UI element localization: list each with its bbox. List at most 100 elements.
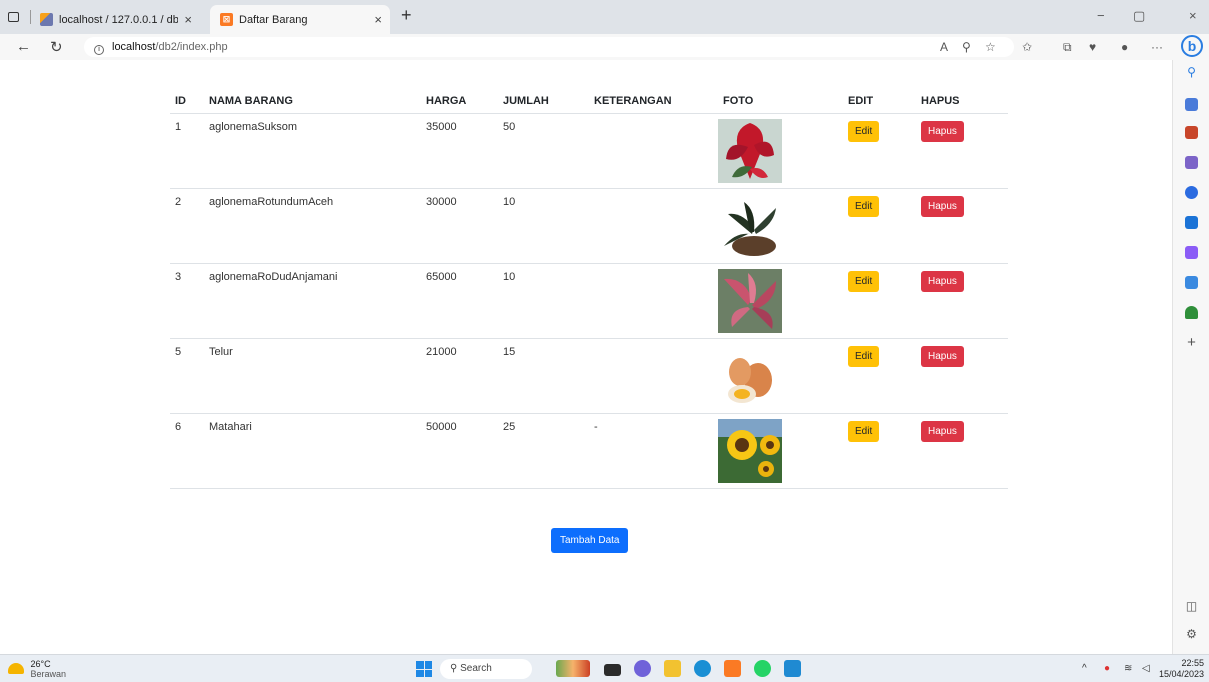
- cell-foto: [718, 113, 843, 189]
- header-foto: FOTO: [718, 90, 843, 114]
- chat-icon[interactable]: [634, 660, 651, 677]
- task-view-icon[interactable]: [604, 664, 621, 676]
- cell-jumlah: 10: [498, 263, 589, 339]
- tab-close-icon[interactable]: ×: [374, 12, 382, 27]
- edge-sidebar: ⚲ + ◫ ⚙: [1172, 60, 1209, 654]
- table-row: 6 Matahari 50000 25 - Edit Hapus: [170, 413, 1008, 489]
- maximize-button[interactable]: ▢: [1133, 8, 1145, 24]
- tab-phpmyadmin[interactable]: localhost / 127.0.0.1 / db_erna / ×: [40, 5, 200, 34]
- start-windows-icon[interactable]: [416, 661, 432, 677]
- header-edit: EDIT: [843, 90, 916, 114]
- edit-button[interactable]: Edit: [848, 271, 880, 292]
- tab-label: Daftar Barang: [239, 13, 308, 26]
- hapus-button[interactable]: Hapus: [921, 121, 964, 142]
- favorite-star-icon[interactable]: ☆: [985, 40, 996, 54]
- eggs-photo: [718, 344, 782, 408]
- new-tab-button[interactable]: +: [401, 5, 412, 26]
- whatsapp-icon[interactable]: [754, 660, 771, 677]
- cell-harga: 65000: [421, 263, 498, 339]
- items-table: ID NAMA BARANG HARGA JUMLAH KETERANGAN F…: [170, 90, 1008, 489]
- settings-gear-icon[interactable]: ⚙: [1185, 628, 1198, 641]
- cell-harga: 21000: [421, 338, 498, 414]
- taskbar-search[interactable]: ⚲ Search: [440, 659, 532, 679]
- back-arrow-icon[interactable]: ←: [16, 38, 31, 55]
- cell-jumlah: 50: [498, 113, 589, 189]
- cell-jumlah: 15: [498, 338, 589, 414]
- tools-icon[interactable]: [1185, 126, 1198, 139]
- weather-widget[interactable]: 26°C Berawan: [8, 659, 66, 679]
- header-keterangan: KETERANGAN: [589, 90, 718, 114]
- microsoft-365-icon[interactable]: [1185, 186, 1198, 199]
- widgets-icon[interactable]: [556, 660, 590, 677]
- url-field[interactable]: i localhost/db2/index.php: [84, 37, 1014, 57]
- cell-jumlah: 10: [498, 188, 589, 264]
- close-window-button[interactable]: ×: [1189, 8, 1197, 23]
- cell-nama: aglonemaRotundumAceh: [204, 188, 421, 264]
- address-bar-row: ← ↻ i localhost/db2/index.php A ⚲ ☆ ✩ ⧉ ♥…: [0, 34, 1209, 60]
- taskbar-clock[interactable]: 22:55 15/04/2023: [1154, 658, 1204, 680]
- refresh-icon[interactable]: ↻: [50, 38, 63, 56]
- edit-button[interactable]: Edit: [848, 421, 880, 442]
- cell-hapus: Hapus: [916, 113, 1008, 189]
- phpmyadmin-favicon-icon: [40, 13, 53, 26]
- header-nama-barang: NAMA BARANG: [204, 90, 421, 114]
- tray-expand-icon[interactable]: ^: [1082, 663, 1087, 674]
- tray-app-icon[interactable]: ●: [1104, 663, 1110, 674]
- games-icon[interactable]: [1185, 156, 1198, 169]
- heart-icon[interactable]: ♥: [1089, 40, 1096, 54]
- file-explorer-icon[interactable]: [664, 660, 681, 677]
- edit-button[interactable]: Edit: [848, 346, 880, 367]
- cell-id: 2: [170, 188, 204, 264]
- hapus-button[interactable]: Hapus: [921, 421, 964, 442]
- table-row: 5 Telur 21000 15 Edit Hapus: [170, 338, 1008, 414]
- outlook-icon[interactable]: [1185, 216, 1198, 229]
- minimize-button[interactable]: −: [1097, 8, 1105, 23]
- profile-avatar-icon[interactable]: ●: [1121, 40, 1128, 54]
- hapus-button[interactable]: Hapus: [921, 271, 964, 292]
- cell-keterangan: [589, 263, 718, 339]
- url-path: /db2/index.php: [155, 41, 228, 53]
- cell-harga: 50000: [421, 413, 498, 489]
- tab-close-icon[interactable]: ×: [184, 12, 192, 27]
- designer-icon[interactable]: [1185, 246, 1198, 259]
- tab-actions-icon[interactable]: [8, 12, 19, 22]
- cell-hapus: Hapus: [916, 188, 1008, 264]
- favorites-icon[interactable]: ✩: [1022, 40, 1032, 54]
- weather-desc: Berawan: [30, 669, 67, 679]
- bing-chat-icon[interactable]: b: [1181, 35, 1203, 57]
- cell-nama: Matahari: [204, 413, 421, 489]
- shopping-tag-icon[interactable]: [1185, 98, 1198, 111]
- site-info-icon[interactable]: i: [94, 45, 104, 55]
- hapus-button[interactable]: Hapus: [921, 196, 964, 217]
- add-icon[interactable]: +: [1185, 335, 1198, 350]
- sidebar-toggle-icon[interactable]: ◫: [1185, 600, 1198, 613]
- read-aloud-icon[interactable]: A: [940, 40, 948, 54]
- cell-jumlah: 25: [498, 413, 589, 489]
- volume-icon[interactable]: ◁: [1142, 663, 1150, 674]
- xampp-icon[interactable]: [724, 660, 741, 677]
- edit-button[interactable]: Edit: [848, 121, 880, 142]
- edge-browser-icon[interactable]: [694, 660, 711, 677]
- more-options-icon[interactable]: ···: [1151, 40, 1163, 54]
- tambah-data-button[interactable]: Tambah Data: [551, 528, 629, 553]
- drop-icon[interactable]: [1185, 276, 1198, 289]
- hapus-button[interactable]: Hapus: [921, 346, 964, 367]
- vscode-icon[interactable]: [784, 660, 801, 677]
- zoom-icon[interactable]: ⚲: [962, 40, 971, 54]
- tree-icon[interactable]: [1185, 306, 1198, 319]
- table-row: 3 aglonemaRoDudAnjamani 65000 10 Edit Ha…: [170, 263, 1008, 339]
- cell-hapus: Hapus: [916, 263, 1008, 339]
- cell-keterangan: [589, 113, 718, 189]
- cell-id: 5: [170, 338, 204, 414]
- wifi-icon[interactable]: ≋: [1124, 663, 1132, 674]
- cell-edit: Edit: [843, 263, 916, 339]
- edit-button[interactable]: Edit: [848, 196, 880, 217]
- table-row: 2 aglonemaRotundumAceh 30000 10 Edit Hap…: [170, 188, 1008, 264]
- collections-icon[interactable]: ⧉: [1063, 40, 1072, 55]
- tab-divider: [30, 10, 31, 24]
- cell-edit: Edit: [843, 188, 916, 264]
- tab-daftar-barang[interactable]: ⊠ Daftar Barang ×: [210, 5, 390, 34]
- search-icon[interactable]: ⚲: [1185, 66, 1198, 79]
- windows-taskbar: 26°C Berawan ⚲ Search ^ ● ≋ ◁ 22:55 15/0…: [0, 654, 1209, 682]
- pink-aglaonema-photo: [718, 269, 782, 333]
